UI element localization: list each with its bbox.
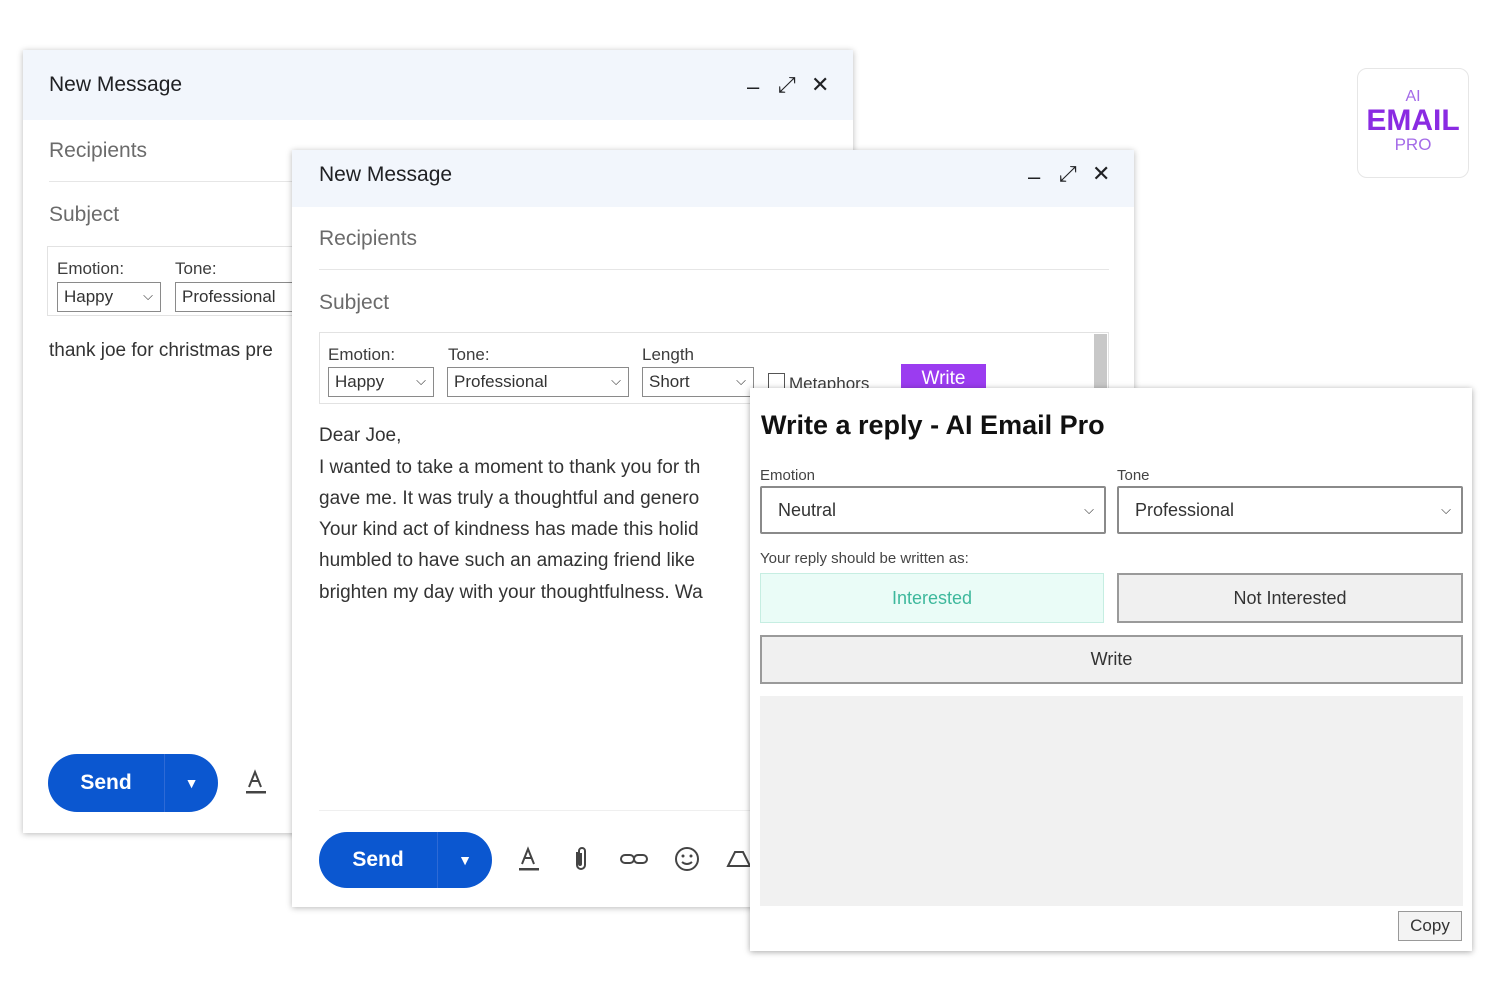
not-interested-button[interactable]: Not Interested — [1117, 573, 1463, 623]
emoji-icon[interactable] — [672, 844, 702, 874]
emotion-select[interactable]: Happy ⌵ — [328, 367, 434, 397]
write-label: Write — [921, 368, 966, 389]
minimize-icon[interactable]: ‒ — [1028, 166, 1040, 188]
tone-label: Tone: — [448, 345, 490, 364]
write-button[interactable]: Write — [760, 635, 1463, 684]
logo-line-ai: AI — [1405, 88, 1421, 105]
chevron-down-icon: ⌵ — [611, 373, 621, 388]
body-line: gave me. It was truly a thoughtful and g… — [319, 488, 700, 509]
chevron-down-icon: ⌵ — [416, 373, 426, 388]
emotion-label: Emotion: — [57, 259, 125, 278]
body-line: humbled to have such an amazing friend l… — [319, 550, 696, 571]
send-label: Send — [80, 771, 132, 794]
logo-line-email: EMAIL — [1366, 104, 1460, 137]
interested-button[interactable]: Interested — [760, 573, 1104, 623]
logo-line-pro: PRO — [1394, 135, 1432, 154]
send-button[interactable]: Send ▼ — [48, 754, 218, 812]
text-format-icon[interactable] — [514, 844, 544, 874]
body-line: I wanted to take a moment to thank you f… — [319, 457, 701, 478]
link-icon[interactable] — [618, 844, 650, 874]
send-options-icon[interactable]: ▼ — [165, 754, 218, 812]
minimize-icon[interactable]: ‒ — [747, 76, 759, 98]
tone-label: Tone: — [175, 259, 217, 278]
scrollbar[interactable] — [1094, 334, 1107, 390]
emotion-select[interactable]: Neutral ⌵ — [760, 486, 1106, 534]
length-label: Length — [642, 345, 694, 364]
recipients-field[interactable]: Recipients — [49, 139, 147, 163]
send-button[interactable]: Send ▼ — [319, 832, 492, 888]
tone-value: Professional — [1135, 499, 1235, 520]
interested-label: Interested — [891, 587, 973, 608]
compose-header: New Message ‒ ⤢ ✕ — [292, 150, 1134, 207]
tone-value: Professional — [454, 372, 548, 391]
body-line: Your kind act of kindness has made this … — [319, 519, 699, 540]
body-line: brighten my day with your thoughtfulness… — [319, 582, 703, 603]
recipients-field[interactable]: Recipients — [319, 227, 417, 251]
write-label: Write — [1090, 649, 1133, 669]
chevron-down-icon: ⌵ — [1441, 502, 1451, 517]
tone-value: Professional — [182, 287, 276, 306]
reply-output[interactable] — [760, 696, 1463, 906]
tone-select[interactable]: Professional ⌵ — [447, 367, 629, 397]
chevron-down-icon: ⌵ — [1084, 502, 1094, 517]
text-format-icon[interactable] — [241, 767, 271, 797]
tone-select[interactable]: Professional ⌵ — [1117, 486, 1463, 534]
length-value: Short — [649, 372, 690, 391]
copy-label: Copy — [1410, 916, 1450, 935]
emotion-value: Neutral — [778, 499, 837, 520]
emotion-value: Happy — [64, 287, 114, 306]
tone-label: Tone — [1117, 467, 1150, 484]
subject-field[interactable]: Subject — [49, 203, 119, 227]
chevron-down-icon: ⌵ — [143, 288, 153, 303]
ai-email-pro-logo: AI EMAIL PRO — [1357, 68, 1469, 178]
close-icon[interactable]: ✕ — [811, 74, 829, 96]
emotion-select[interactable]: Happy ⌵ — [57, 282, 161, 312]
attach-icon[interactable] — [566, 844, 596, 874]
compose-header: New Message ‒ ⤢ ✕ — [23, 50, 853, 120]
expand-icon[interactable]: ⤢ — [1059, 163, 1077, 185]
chevron-down-icon: ⌵ — [736, 373, 746, 388]
expand-icon[interactable]: ⤢ — [778, 74, 796, 96]
ai-reply-panel: Write a reply - AI Email Pro Emotion Neu… — [750, 388, 1472, 951]
not-interested-label: Not Interested — [1233, 587, 1347, 608]
send-label: Send — [352, 848, 404, 871]
close-icon[interactable]: ✕ — [1092, 163, 1110, 185]
emotion-label: Emotion — [760, 467, 816, 484]
divider — [319, 269, 1109, 270]
emotion-value: Happy — [335, 372, 385, 391]
compose-title: New Message — [49, 73, 183, 96]
compose-body[interactable]: thank joe for christmas pre — [49, 335, 273, 366]
panel-title: Write a reply - AI Email Pro — [761, 410, 1105, 440]
send-options-icon[interactable]: ▼ — [438, 832, 492, 888]
emotion-label: Emotion: — [328, 345, 396, 364]
compose-body[interactable]: Dear Joe, I wanted to take a moment to t… — [319, 420, 759, 650]
reply-as-label: Your reply should be written as: — [760, 550, 969, 567]
body-line: Dear Joe, — [319, 425, 402, 446]
copy-button[interactable]: Copy — [1398, 911, 1462, 941]
subject-field[interactable]: Subject — [319, 291, 389, 315]
length-select[interactable]: Short ⌵ — [642, 367, 754, 397]
compose-title: New Message — [319, 163, 453, 186]
